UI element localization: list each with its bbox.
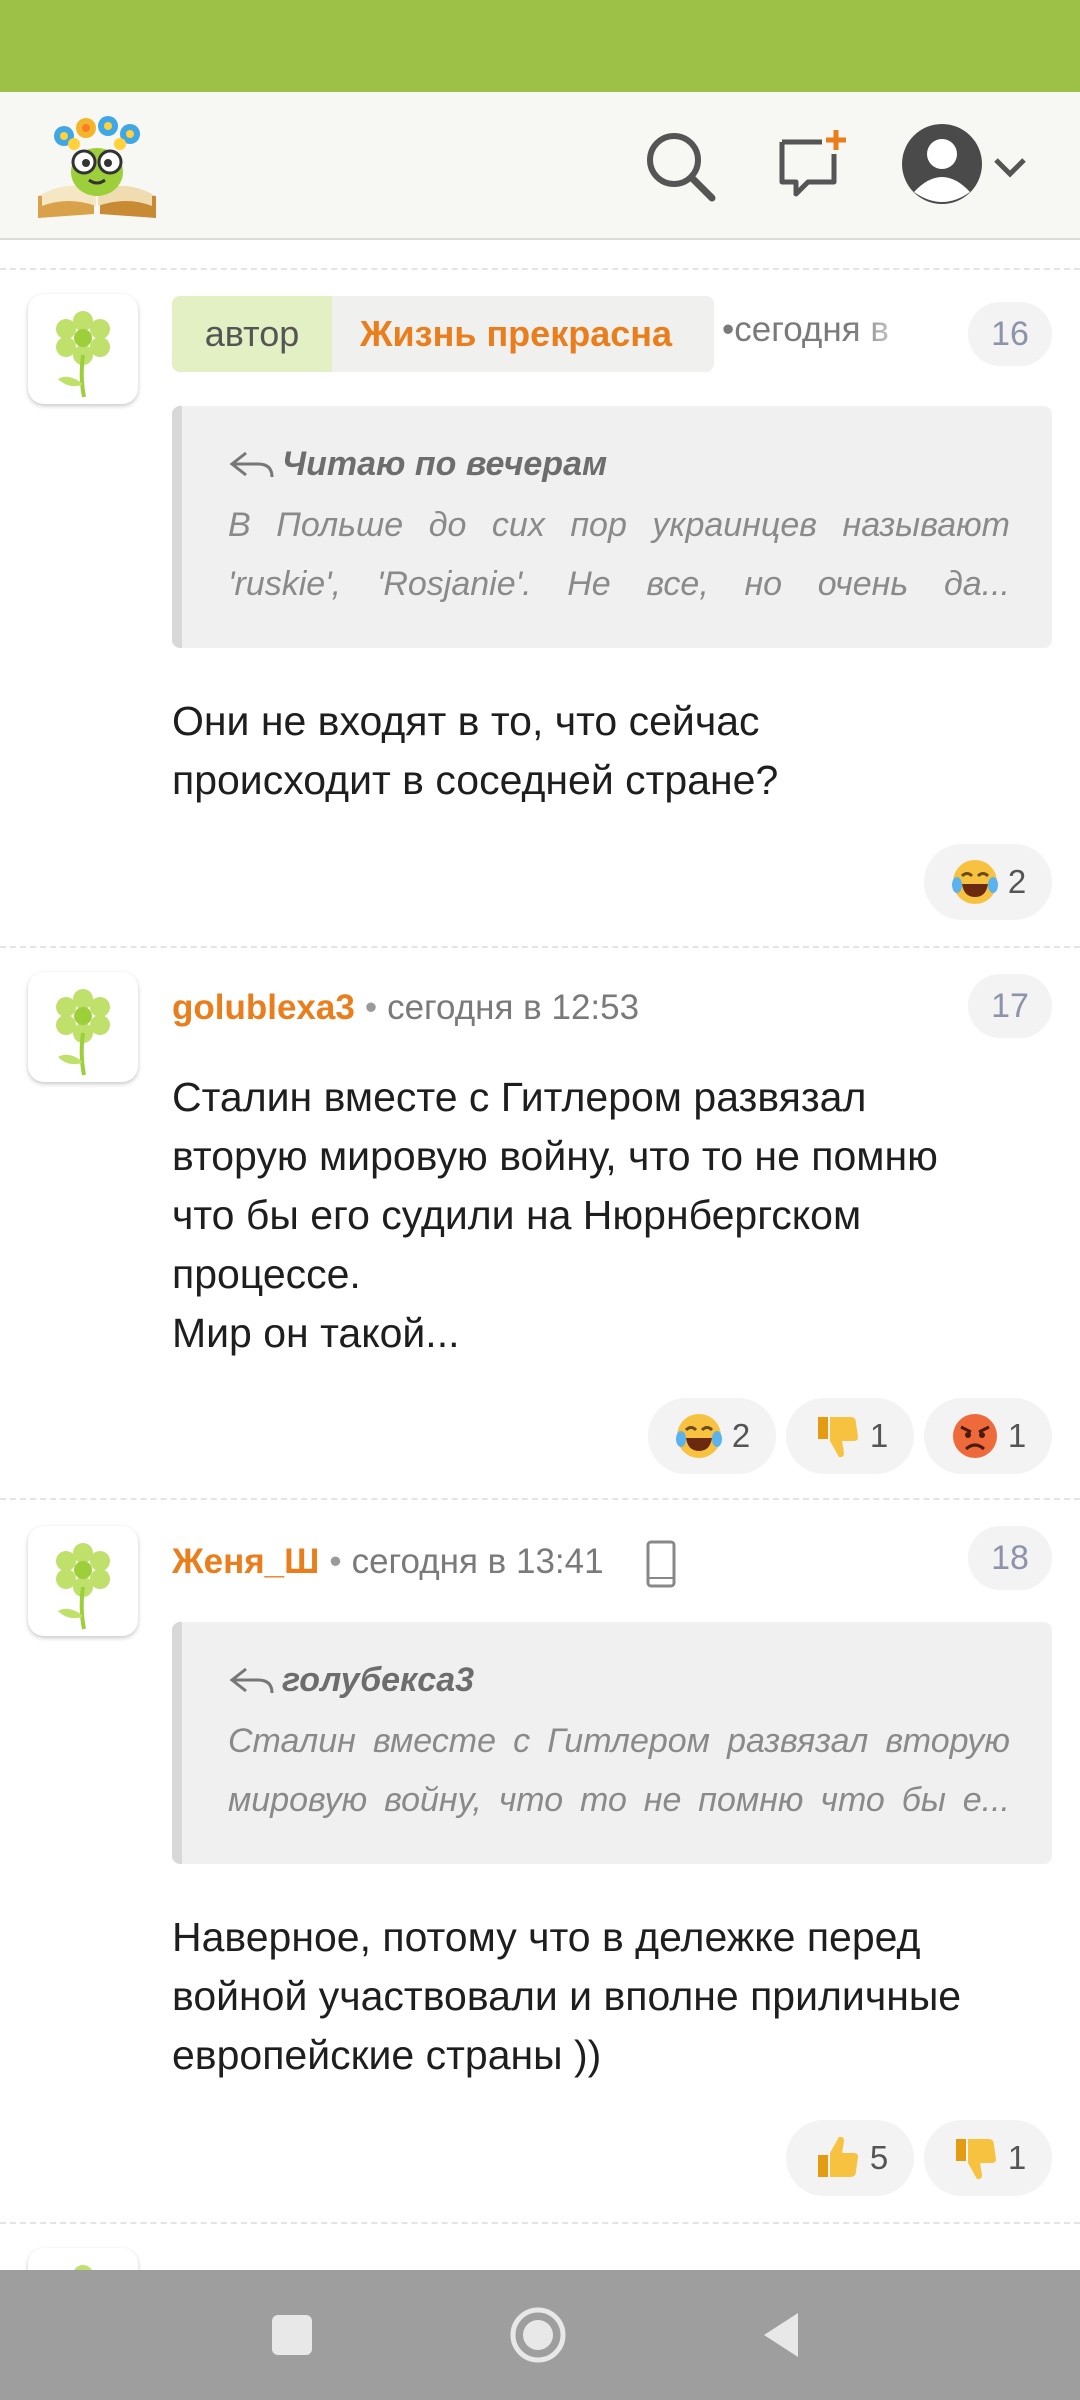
comment-number[interactable]: 16 [968,302,1052,366]
author-label: автор [172,296,332,372]
thumbs-up-emoji [817,2136,858,2177]
reaction-count: 1 [1007,2139,1027,2176]
comment-number[interactable]: 17 [968,974,1052,1038]
reaction-button[interactable]: 2 [648,1398,776,1474]
quote-author: голубекса3 [282,1660,475,1699]
mobile-phone-icon [646,1540,676,1588]
quote-header: Читаю по вечерам [228,444,1010,484]
status-bar [0,0,1080,92]
reply-arrow-icon [229,1667,274,1694]
separator-dot: • [329,1542,342,1581]
user-avatar[interactable] [28,294,138,404]
quote-author: Читаю по вечерам [282,444,608,483]
quote-block[interactable]: голубекса3 Сталин вместе с Гитлером разв… [172,1622,1052,1864]
chevron-down-icon[interactable] [990,148,1030,188]
quote-text: В Польше до сих пор украинцев называют '… [228,506,1010,603]
back-button[interactable] [752,2305,812,2365]
profile-icon[interactable] [900,122,984,206]
reply-arrow-icon [229,451,274,478]
reaction-count: 1 [1007,1417,1027,1454]
reaction-count: 2 [1007,863,1027,900]
comment-meta: golublexa3 • сегодня в 12:53 [172,988,639,1028]
recents-button[interactable] [262,2305,322,2365]
separator-dot: • [722,310,735,349]
comment-number[interactable]: 18 [968,1526,1052,1590]
reaction-count: 1 [869,1417,889,1454]
reaction-button[interactable]: 1 [924,2120,1052,2196]
reaction-button[interactable]: 1 [924,1398,1052,1474]
comment-divider [0,946,1080,948]
comment-meta: Женя_Ш • сегодня в 13:41 [172,1542,604,1582]
laughing-tears-emoji [675,1414,722,1458]
username[interactable]: Жизнь прекрасна [332,313,672,355]
username[interactable]: golublexa3 [172,988,355,1027]
thumbs-down-emoji [817,1417,858,1458]
laughing-tears-emoji [951,860,998,904]
separator-dot: • [364,988,378,1027]
comment-text: Сталин вместе с Гитлером развязал вторую… [172,1074,938,1356]
app-header [0,92,1080,240]
home-button[interactable] [508,2305,568,2365]
reaction-button[interactable]: 1 [786,1398,914,1474]
angry-face-emoji [952,1414,997,1458]
reaction-button[interactable]: 5 [786,2120,914,2196]
comment-divider [0,268,1080,270]
thumbs-down-emoji [955,2139,996,2180]
quote-block[interactable]: Читаю по вечерам В Польше до сих пор укр… [172,406,1052,648]
user-avatar[interactable] [28,972,138,1082]
new-message-icon[interactable] [772,126,852,206]
comment-date: сегодня в 12:53 [387,988,640,1027]
book-flowers-logo[interactable] [34,110,160,222]
author-badge[interactable]: автор Жизнь прекрасна [172,296,714,372]
comment-date: •сегодня в [722,310,889,349]
comment-divider [0,1498,1080,1500]
quote-text: Сталин вместе с Гитлером развязал вторую… [228,1722,1010,1819]
username[interactable]: Женя_Ш [172,1542,319,1581]
comment-text: Они не входят в то, что сейчас происходи… [172,698,779,803]
comment-date: сегодня в 13:41 [351,1542,604,1581]
reaction-button[interactable]: 2 [924,844,1052,920]
quote-header: голубекса3 [228,1660,1010,1700]
user-avatar[interactable] [28,1526,138,1636]
reaction-count: 2 [731,1417,751,1454]
comment-divider [0,2222,1080,2224]
reaction-count: 5 [869,2139,889,2176]
search-icon[interactable] [640,126,720,206]
system-nav-bar [0,2270,1080,2400]
comment-text: Наверное, потому что в дележке перед вой… [172,1914,962,2078]
